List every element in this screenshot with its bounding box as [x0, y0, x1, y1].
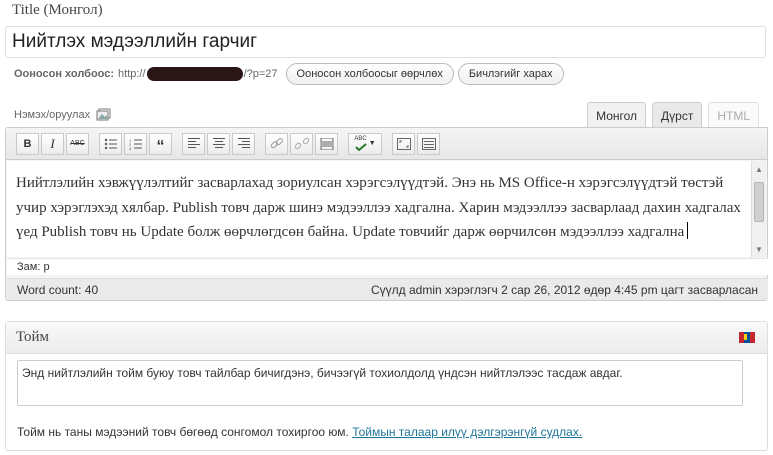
- editor-toolbar: B I ABC 123 “ ABC ▼: [6, 128, 767, 160]
- align-left-icon[interactable]: [182, 132, 205, 155]
- editor-tabs: Монгол Дүрст HTML: [587, 102, 759, 128]
- excerpt-textarea[interactable]: Энд нийтлэлийн тойм буюу товч тайлбар би…: [17, 360, 743, 406]
- editor-path: Зам: p: [7, 258, 768, 275]
- scroll-up-icon[interactable]: ▲: [752, 161, 766, 177]
- italic-button[interactable]: I: [41, 132, 64, 155]
- svg-text:3: 3: [129, 146, 132, 150]
- align-center-icon[interactable]: [207, 132, 230, 155]
- post-editor: B I ABC 123 “ ABC ▼ Нийтлэлийн хэвжүүлэл…: [5, 127, 768, 301]
- mongolia-flag-icon: [739, 332, 755, 343]
- word-count: Word count: 40: [17, 282, 99, 297]
- title-label: Title (Монгол): [12, 2, 103, 18]
- permalink-url-suffix: /?p=27: [243, 68, 278, 80]
- upload-label: Нэмэх/оруулах: [14, 109, 91, 121]
- excerpt-help-link[interactable]: Тоймын талаар илүү дэлгэрэнгүй судлах.: [352, 425, 582, 439]
- text-caret: [687, 222, 689, 239]
- bold-button[interactable]: B: [16, 132, 39, 155]
- permalink-row: Ооносон холбоос: http:// /?p=27 Ооносон …: [14, 62, 564, 86]
- bullet-list-icon[interactable]: [99, 132, 122, 155]
- tab-html[interactable]: HTML: [708, 102, 759, 128]
- last-edited: Сүүлд admin хэрэглэгч 2 сар 26, 2012 өдө…: [370, 282, 758, 297]
- blockquote-icon[interactable]: “: [149, 132, 172, 155]
- numbered-list-icon[interactable]: 123: [124, 132, 147, 155]
- redacted-domain: [146, 67, 243, 81]
- strikethrough-button[interactable]: ABC: [66, 132, 89, 155]
- tab-mongol[interactable]: Монгол: [587, 102, 647, 128]
- insert-more-icon[interactable]: [315, 132, 338, 155]
- tab-visual[interactable]: Дүрст: [652, 102, 703, 128]
- kitchen-sink-icon[interactable]: [417, 132, 440, 155]
- upload-insert-row: Нэмэх/оруулах: [14, 108, 112, 122]
- excerpt-help: Тойм нь таны мэдээний товч бөгөөд сонгом…: [17, 425, 582, 439]
- fullscreen-icon[interactable]: [392, 132, 415, 155]
- editor-status-bar: Word count: 40 Сүүлд admin хэрэглэгч 2 с…: [7, 278, 768, 300]
- path-value[interactable]: p: [43, 261, 49, 273]
- media-icon[interactable]: [96, 108, 112, 122]
- scroll-thumb[interactable]: [754, 182, 764, 222]
- permalink-url-prefix: http://: [118, 68, 146, 80]
- editor-scrollbar[interactable]: ▲ ▼: [751, 161, 766, 257]
- change-permalink-button[interactable]: Ооносон холбоосыг өөрчлөх: [285, 63, 454, 85]
- spellcheck-button[interactable]: ABC ▼: [348, 132, 382, 155]
- scroll-down-icon[interactable]: ▼: [752, 241, 766, 257]
- excerpt-box: Тойм Энд нийтлэлийн тойм буюу товч тайлб…: [5, 321, 768, 451]
- unlink-icon[interactable]: [290, 132, 313, 155]
- post-title-input[interactable]: [5, 26, 766, 58]
- excerpt-help-text: Тойм нь таны мэдээний товч бөгөөд сонгом…: [17, 425, 349, 439]
- insert-link-icon[interactable]: [265, 132, 288, 155]
- excerpt-title: Тойм: [16, 329, 50, 345]
- editor-content[interactable]: Нийтлэлийн хэвжүүлэлтийг засварлахад зор…: [7, 161, 752, 257]
- permalink-label: Ооносон холбоос:: [14, 68, 115, 80]
- align-right-icon[interactable]: [232, 132, 255, 155]
- path-label: Зам:: [17, 261, 41, 273]
- view-post-button[interactable]: Бичлэгийг харах: [457, 63, 564, 85]
- excerpt-header[interactable]: Тойм: [6, 322, 767, 354]
